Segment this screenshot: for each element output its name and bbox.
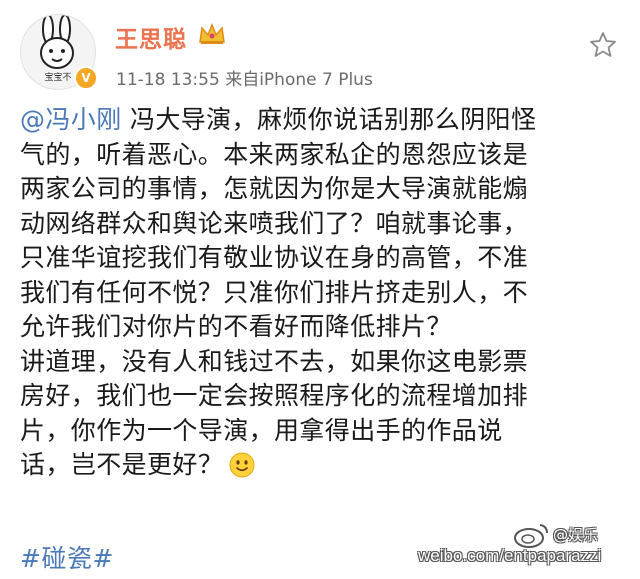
watermark-url: weibo.com/entpaparazzi [418,546,602,565]
post-line-text: 冯大导演，麻烦你说话别那么阴阳怪 [121,105,537,134]
hashtag-link[interactable]: #碰瓷# [20,539,114,575]
crown-icon [199,22,225,44]
post-line: 气的，听着恶心。本来两家私企的恩怨应该是 [20,139,529,169]
watermark-name: @娱乐 [553,526,599,544]
post-line: 我们有任何不悦？只准你们排片挤走别人，不 [20,277,529,307]
smile-emoji-icon [229,452,255,478]
post-meta: 11-18 13:55 来自iPhone 7 Plus [116,70,373,90]
post-line: 讲道理，没有人和钱过不去，如果你这电影票 [20,346,529,376]
post-line: 房好，我们也一定会按照程序化的流程增加排 [20,381,529,410]
post-line: 两家公司的事情，怎就因为你是大导演就能煽 [20,174,529,203]
post-line: 允许我们对你片的不看好而降低排片？ [20,312,452,341]
post-line-text: 话，岂不是更好？ [20,450,224,479]
post-line: 只准华谊挖我们有敬业协议在身的高管，不准 [20,243,529,272]
post-line: 动网络群众和舆论来喷我们了？咱就事论事， [20,208,529,238]
username[interactable]: 王思聪 [115,20,187,54]
verified-badge-icon: V [74,66,98,90]
post-line: @冯小刚 冯大导演，麻烦你说话别那么阴阳怪 [20,103,625,138]
post-line: 话，岂不是更好？ [20,448,625,483]
star-icon[interactable] [588,30,618,60]
post-line: 片，你作为一个导演，用拿得出手的作品说 [20,415,503,445]
post-body: @冯小刚 冯大导演，麻烦你说话别那么阴阳怪 气的，听着恶心。本来两家私企的恩怨应… [20,103,625,483]
post-header: 宝宝不 V 王思聪 11-18 13:55 来自iPhone 7 Plus [0,0,640,96]
mention-link[interactable]: @冯小刚 [20,105,122,134]
